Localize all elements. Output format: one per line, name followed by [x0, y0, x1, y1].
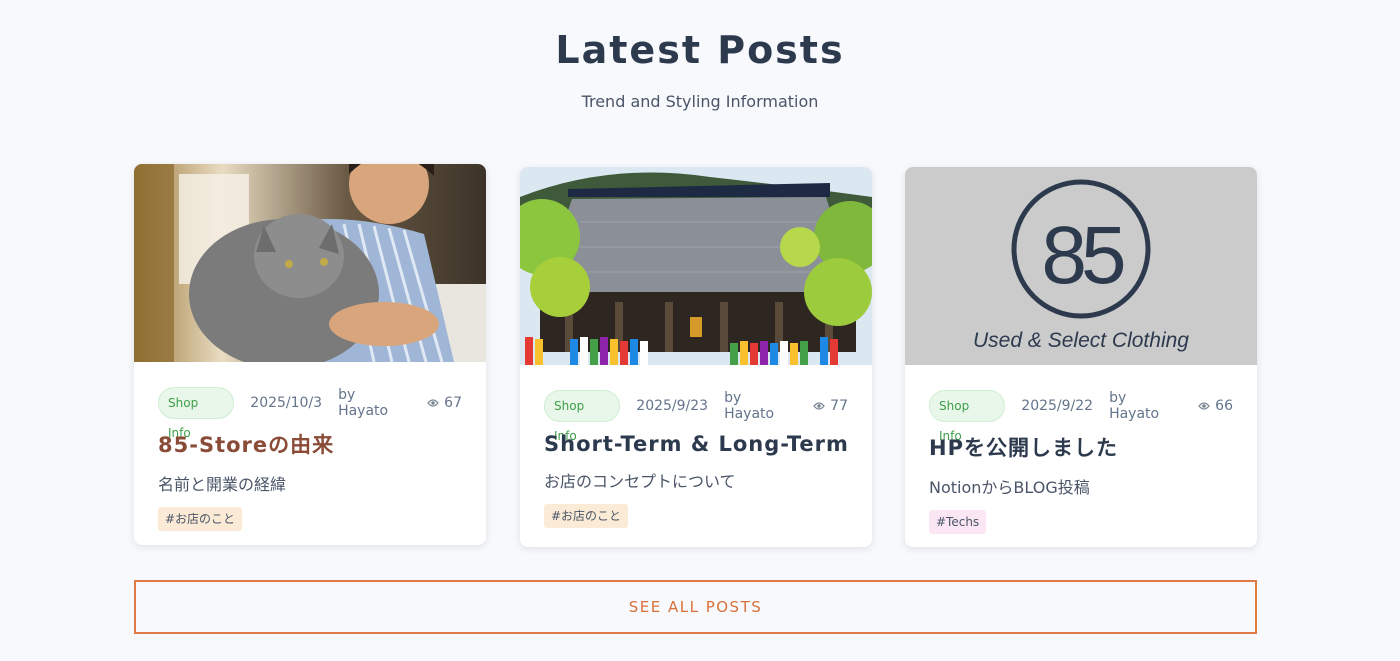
post-title[interactable]: HPを公開しました: [929, 432, 1233, 462]
post-excerpt: 名前と開業の経緯: [158, 475, 287, 494]
post-author: by Hayato: [338, 387, 389, 419]
post-thumbnail-temple[interactable]: [520, 167, 872, 365]
eye-icon: [813, 402, 825, 410]
section-title: Latest Posts: [555, 28, 845, 72]
view-count-value: 77: [830, 398, 848, 414]
category-badge[interactable]: Shop Info: [158, 387, 235, 440]
post-tag[interactable]: #Techs: [929, 510, 987, 534]
post-author: by Hayato: [724, 390, 775, 422]
logo-mark: 85: [1041, 210, 1124, 301]
post-author: by Hayato: [1109, 390, 1160, 422]
view-count-value: 67: [444, 395, 462, 411]
post-date: 2025/9/22: [1021, 398, 1094, 414]
post-date: 2025/10/3: [250, 395, 323, 411]
post-card[interactable]: Shop Info 2025/10/3 by Hayato 67 85-Stor…: [134, 164, 486, 545]
view-count: 77: [813, 398, 848, 414]
post-excerpt: お店のコンセプトについて: [544, 472, 736, 491]
section-subtitle: Trend and Styling Information: [581, 92, 819, 111]
category-badge[interactable]: Shop Info: [544, 390, 621, 443]
view-count: 66: [1198, 398, 1233, 414]
eye-icon: [427, 399, 439, 407]
post-tag[interactable]: #お店のこと: [158, 507, 243, 531]
logo-caption: Used & Select Clothing: [973, 329, 1189, 352]
view-count: 67: [427, 395, 462, 411]
eye-icon: [1198, 402, 1210, 410]
post-excerpt: NotionからBLOG投稿: [929, 478, 1090, 497]
post-thumbnail-boy-with-cat[interactable]: [134, 164, 486, 362]
post-thumbnail-logo-85[interactable]: 85 Used & Select Clothing: [905, 167, 1257, 365]
post-title[interactable]: Short-Term & Long-Term: [544, 432, 848, 456]
post-tag[interactable]: #お店のこと: [544, 504, 629, 528]
view-count-value: 66: [1215, 398, 1233, 414]
post-date: 2025/9/23: [636, 398, 709, 414]
post-card[interactable]: 85 Used & Select Clothing Shop Info 2025…: [905, 167, 1257, 547]
category-badge[interactable]: Shop Info: [929, 390, 1006, 443]
latest-posts-section: Latest Posts Trend and Styling Informati…: [0, 0, 1400, 661]
post-title[interactable]: 85-Storeの由来: [158, 429, 462, 459]
post-card[interactable]: Shop Info 2025/9/23 by Hayato 77 Short-T…: [520, 167, 872, 547]
see-all-posts-button[interactable]: SEE ALL POSTS: [134, 580, 1257, 634]
